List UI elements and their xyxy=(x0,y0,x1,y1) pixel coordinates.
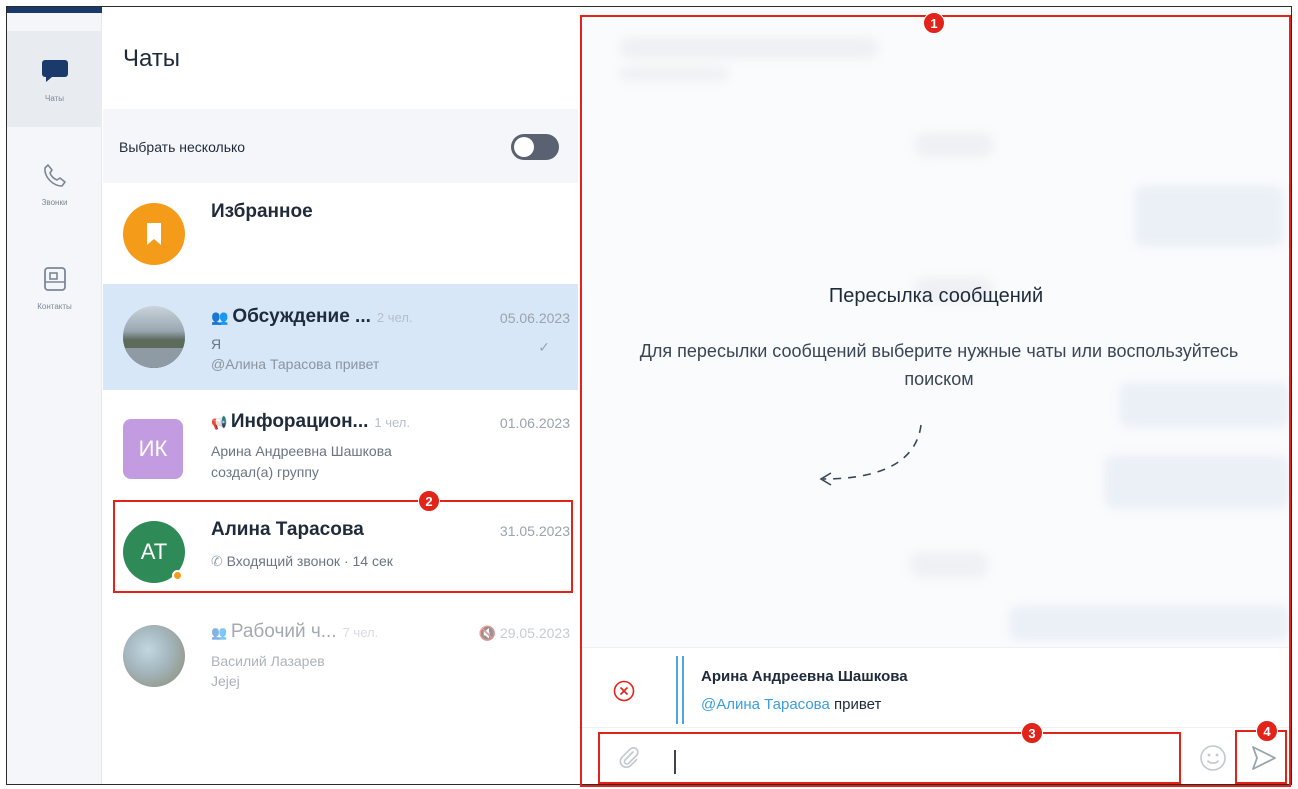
rail-item-label: Звонки xyxy=(41,197,68,207)
chat-name-text: Рабочий ч... xyxy=(230,621,337,642)
group-icon: 👥 xyxy=(211,309,233,325)
send-icon[interactable] xyxy=(1247,742,1279,779)
phone-icon: ✆ xyxy=(211,553,227,569)
chat-name: 👥 Рабочий ч... 7 чел. xyxy=(211,621,378,643)
paperclip-icon[interactable] xyxy=(617,746,641,775)
forwarded-message-bar: Арина Андреевна Шашкова @Алина Тарасова … xyxy=(579,647,1291,727)
forwarded-author: Арина Андреевна Шашкова xyxy=(701,668,908,685)
blurred-chat-background xyxy=(579,7,1291,647)
page-title: Чаты xyxy=(123,45,181,72)
rail-item-contacts[interactable]: Контакты xyxy=(7,239,102,335)
chat-name-text: Инфорацион... xyxy=(230,411,369,432)
checkmark-icon: ✓ xyxy=(538,339,550,355)
chat-preview: создал(а) группу xyxy=(211,464,319,480)
chat-sender: Василий Лазарев xyxy=(211,653,325,669)
chat-name: 📢 Инфорацион... 1 чел. xyxy=(211,411,410,433)
forwarded-text: привет xyxy=(829,696,882,713)
member-count: 2 чел. xyxy=(376,310,413,325)
annotation-marker-4: 4 xyxy=(1256,720,1278,742)
toggle-knob xyxy=(514,137,534,157)
compose-bar xyxy=(579,727,1291,784)
chat-preview: ✆ Входящий звонок · 14 сек xyxy=(211,553,393,570)
mention-link[interactable]: @Алина Тарасова xyxy=(701,696,830,713)
avatar-initials: АТ xyxy=(140,539,168,564)
chat-item-info-channel[interactable]: ИК 📢 Инфорацион... 1 чел. 01.06.2023 Арин… xyxy=(103,391,578,497)
text-caret xyxy=(674,750,676,774)
chat-name-text: Обсуждение ... xyxy=(232,306,371,327)
rail-item-calls[interactable]: Звонки xyxy=(7,135,102,231)
avatar: АТ xyxy=(123,521,185,583)
group-icon: 👥 xyxy=(211,625,231,640)
chat-sender: Я xyxy=(211,336,222,352)
forward-panel: Пересылка сообщений Для пересылки сообще… xyxy=(579,7,1291,784)
rail-top-accent xyxy=(7,7,102,13)
chat-name: 👥 Обсуждение ... 2 чел. xyxy=(211,306,413,328)
forward-title: Пересылка сообщений xyxy=(828,285,1044,307)
select-multiple-label: Выбрать несколько xyxy=(119,139,246,155)
rail-item-chats[interactable]: Чаты xyxy=(7,31,102,127)
rail-item-label: Контакты xyxy=(37,301,72,311)
forward-hint: Для пересылки сообщений выберите нужные … xyxy=(639,341,1239,389)
member-count: 1 чел. xyxy=(374,415,411,430)
dashed-arrow-icon xyxy=(819,424,922,486)
chat-date: 05.06.2023 xyxy=(499,310,570,326)
chat-date: 🔇 29.05.2023 xyxy=(479,625,570,642)
chat-list-panel: Чаты Выбрать несколько Избранное 👥 Обсуж… xyxy=(103,7,578,784)
avatar xyxy=(123,203,185,265)
chat-date: 31.05.2023 xyxy=(499,523,570,539)
annotation-marker-3: 3 xyxy=(1021,722,1043,744)
close-icon[interactable] xyxy=(613,680,635,702)
avatar-initials: ИК xyxy=(138,436,168,461)
app-window: Чаты Звонки Контакты Чаты Выбрать нескол… xyxy=(6,6,1292,785)
chat-name: Избранное xyxy=(211,201,313,222)
chat-item-alina[interactable]: АТ Алина Тарасова 31.05.2023 ✆ Входящий … xyxy=(103,497,578,597)
muted-icon: 🔇 xyxy=(478,625,500,641)
rail-item-label: Чаты xyxy=(44,93,65,103)
bookmark-icon xyxy=(147,223,161,245)
select-multiple-row[interactable]: Выбрать несколько xyxy=(103,109,578,183)
message-input[interactable] xyxy=(661,742,1141,774)
chat-preview: @Алина Тарасова привет xyxy=(211,356,380,372)
emoji-icon[interactable] xyxy=(1199,744,1227,777)
chat-date-text: 29.05.2023 xyxy=(499,625,570,641)
contacts-icon xyxy=(40,264,70,294)
megaphone-icon: 📢 xyxy=(211,415,231,430)
chat-preview-text: Входящий звонок · 14 сек xyxy=(226,553,393,569)
avatar: ИК xyxy=(123,419,183,479)
forwarded-message: @Алина Тарасова привет xyxy=(701,696,881,713)
chat-bubble-icon xyxy=(40,56,70,86)
chat-item-work-chat[interactable]: 👥 Рабочий ч... 7 чел. 🔇 29.05.2023 Васили… xyxy=(103,603,578,709)
chat-item-favorites[interactable]: Избранное xyxy=(103,183,578,283)
annotation-marker-1: 1 xyxy=(923,12,945,34)
annotation-marker-2: 2 xyxy=(418,490,440,512)
select-multiple-toggle[interactable] xyxy=(511,134,559,160)
avatar xyxy=(123,306,185,368)
chat-item-discussion[interactable]: 👥 Обсуждение ... 2 чел. 05.06.2023 Я @Али… xyxy=(103,284,578,390)
navigation-rail: Чаты Звонки Контакты xyxy=(7,7,102,784)
quote-line xyxy=(676,656,684,724)
member-count: 7 чел. xyxy=(342,625,379,640)
chat-sender: Арина Андреевна Шашкова xyxy=(211,443,392,459)
avatar xyxy=(123,625,185,687)
chat-name: Алина Тарасова xyxy=(211,519,364,540)
phone-icon xyxy=(40,160,70,190)
chat-preview: Jejej xyxy=(211,673,240,689)
chat-date: 01.06.2023 xyxy=(499,415,570,431)
online-status-dot xyxy=(172,570,183,581)
